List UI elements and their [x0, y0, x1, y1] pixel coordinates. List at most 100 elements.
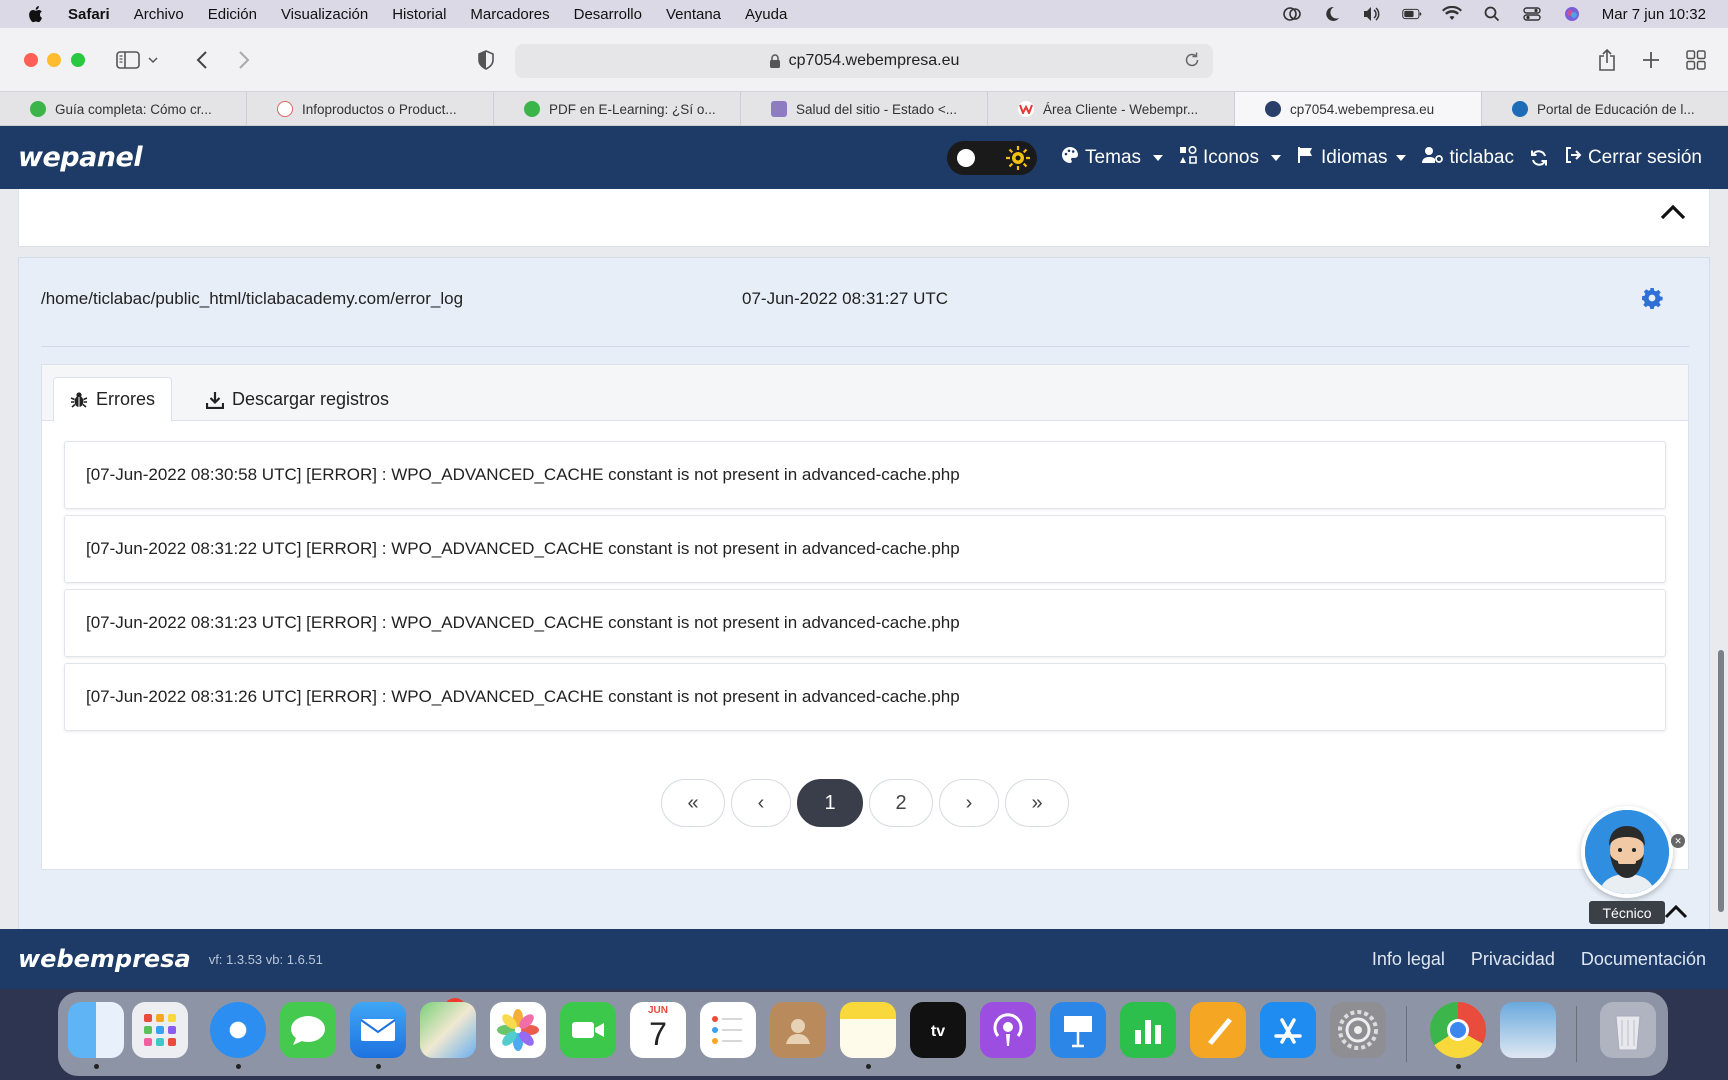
pagination-page-1[interactable]: 1	[797, 779, 863, 827]
mail-icon[interactable]	[350, 1002, 406, 1058]
reload-icon[interactable]	[1183, 51, 1203, 71]
wepanel-header: wepanel Temas Iconos Idiomas ticlabac Ce…	[0, 126, 1728, 189]
reminders-icon[interactable]	[700, 1002, 756, 1058]
refresh-icon[interactable]	[1530, 149, 1548, 167]
caret-down-icon	[1153, 154, 1164, 161]
support-avatar-button[interactable]	[1581, 806, 1673, 898]
facetime-icon[interactable]	[560, 1002, 616, 1058]
back-arrow-icon[interactable]	[188, 46, 216, 74]
trash-icon[interactable]	[1600, 1002, 1656, 1058]
tab-overview-icon[interactable]	[1682, 46, 1710, 74]
window-minimize-button[interactable]	[47, 53, 61, 67]
chrome-icon[interactable]	[1430, 1002, 1486, 1058]
battery-icon[interactable]	[1402, 6, 1422, 22]
share-icon[interactable]	[1593, 46, 1621, 74]
safari-icon[interactable]	[210, 1002, 266, 1058]
browser-tab[interactable]: Infoproductos o Product...	[247, 92, 494, 126]
nav-temas[interactable]: Temas	[1061, 146, 1164, 170]
sidebar-toggle-icon[interactable]	[114, 46, 142, 74]
siri-icon[interactable]	[1562, 6, 1582, 22]
address-bar[interactable]: cp7054.webempresa.eu	[515, 44, 1213, 78]
browser-tab[interactable]: Guía completa: Cómo cr...	[0, 92, 247, 126]
launchpad-icon[interactable]	[132, 1002, 188, 1058]
volume-icon[interactable]	[1362, 6, 1382, 22]
finder-icon[interactable]	[68, 1002, 124, 1058]
moon-icon[interactable]	[1322, 6, 1342, 22]
pagination-next-button[interactable]: ›	[939, 779, 999, 827]
log-entry-list: [07-Jun-2022 08:30:58 UTC] [ERROR] : WPO…	[64, 441, 1666, 737]
app-store-icon[interactable]	[1260, 1002, 1316, 1058]
forward-arrow-icon[interactable]	[230, 46, 258, 74]
footer-link-privacidad[interactable]: Privacidad	[1471, 949, 1555, 970]
footer-link-documentacion[interactable]: Documentación	[1581, 949, 1706, 970]
webempresa-logo[interactable]: webempresa	[18, 945, 191, 973]
creative-cloud-icon[interactable]	[1282, 6, 1302, 22]
gear-icon[interactable]	[1641, 287, 1663, 314]
chevron-up-icon[interactable]	[1659, 203, 1687, 226]
messages-icon[interactable]	[280, 1002, 336, 1058]
browser-tab[interactable]: Área Cliente - Webempr...	[988, 92, 1235, 126]
tab-label: cp7054.webempresa.eu	[1290, 101, 1435, 117]
menu-archivo[interactable]: Archivo	[134, 6, 184, 23]
browser-tab[interactable]: Salud del sitio - Estado <...	[741, 92, 988, 126]
podcasts-icon[interactable]	[980, 1002, 1036, 1058]
nav-iconos[interactable]: Iconos	[1179, 145, 1281, 170]
window-close-button[interactable]	[24, 53, 38, 67]
menu-marcadores[interactable]: Marcadores	[470, 6, 549, 23]
photos-icon[interactable]	[490, 1002, 546, 1058]
tab-descargar-registros[interactable]: Descargar registros	[190, 377, 405, 422]
browser-tab-active[interactable]: cp7054.webempresa.eu	[1235, 92, 1482, 126]
menu-edicion[interactable]: Edición	[208, 6, 257, 23]
system-preferences-icon[interactable]	[1330, 1002, 1386, 1058]
privacy-shield-icon[interactable]	[472, 46, 500, 74]
menu-ventana[interactable]: Ventana	[666, 6, 721, 23]
log-tab-bar: Errores Descargar registros	[42, 365, 1688, 422]
caret-down-icon	[1271, 154, 1281, 161]
notes-icon[interactable]	[840, 1002, 896, 1058]
menu-historial[interactable]: Historial	[392, 6, 446, 23]
caret-down-icon	[1395, 154, 1406, 161]
numbers-icon[interactable]	[1120, 1002, 1176, 1058]
wifi-icon[interactable]	[1441, 6, 1462, 22]
log-entry: [07-Jun-2022 08:31:23 UTC] [ERROR] : WPO…	[64, 589, 1666, 657]
window-zoom-button[interactable]	[71, 53, 85, 67]
calendar-icon[interactable]: JUN 7	[630, 1002, 686, 1058]
scroll-top-chevron-icon[interactable]	[1664, 903, 1688, 924]
menu-app-safari[interactable]: Safari	[68, 6, 110, 23]
apple-icon[interactable]	[24, 5, 46, 23]
menubar-clock[interactable]: Mar 7 jun 10:32	[1602, 6, 1706, 23]
pages-icon[interactable]	[1190, 1002, 1246, 1058]
nav-logout[interactable]: Cerrar sesión	[1564, 146, 1702, 170]
pagination-last-button[interactable]: »	[1005, 779, 1069, 827]
new-tab-plus-icon[interactable]	[1637, 46, 1665, 74]
pagination-prev-button[interactable]: ‹	[731, 779, 791, 827]
wepanel-logo[interactable]: wepanel	[18, 142, 143, 173]
control-center-icon[interactable]	[1522, 6, 1542, 22]
menu-ayuda[interactable]: Ayuda	[745, 6, 787, 23]
footer-link-info-legal[interactable]: Info legal	[1372, 949, 1445, 970]
calendar-month: JUN	[647, 1005, 668, 1016]
preview-icon[interactable]	[1500, 1002, 1556, 1058]
spotlight-search-icon[interactable]	[1482, 6, 1502, 22]
keynote-icon[interactable]	[1050, 1002, 1106, 1058]
nav-idiomas[interactable]: Idiomas	[1297, 146, 1406, 170]
maps-icon[interactable]	[420, 1002, 476, 1058]
log-file-path: /home/ticlabac/public_html/ticlabacademy…	[41, 289, 464, 308]
contacts-icon[interactable]	[770, 1002, 826, 1058]
nav-user-label: ticlabac	[1449, 146, 1514, 168]
browser-tab[interactable]: Portal de Educación de l...	[1482, 92, 1728, 126]
chevron-down-icon[interactable]	[146, 46, 160, 74]
sun-icon	[1005, 145, 1031, 177]
page-scrollbar[interactable]	[1718, 650, 1724, 912]
apple-tv-icon[interactable]: tv	[910, 1002, 966, 1058]
theme-toggle-switch[interactable]	[947, 140, 1038, 177]
menu-desarrollo[interactable]: Desarrollo	[574, 6, 642, 23]
browser-tab[interactable]: PDF en E-Learning: ¿Sí o...	[494, 92, 741, 126]
pagination-page-2[interactable]: 2	[869, 779, 933, 827]
pagination-first-button[interactable]: «	[661, 779, 725, 827]
support-label[interactable]: Técnico	[1589, 901, 1665, 924]
nav-user[interactable]: ticlabac	[1421, 146, 1514, 170]
support-close-icon[interactable]: ✕	[1671, 834, 1685, 848]
menu-visualizacion[interactable]: Visualización	[281, 6, 368, 23]
tab-errores[interactable]: Errores	[53, 377, 173, 422]
